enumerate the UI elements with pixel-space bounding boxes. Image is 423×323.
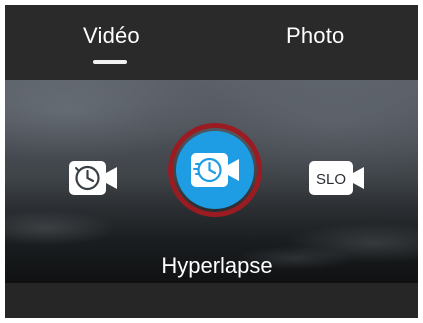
hyperlapse-mode-button[interactable]: [176, 131, 254, 209]
camera-app-screen: Vidéo Photo SLO Hyperlapse: [5, 5, 418, 318]
slo-badge: SLO: [316, 171, 346, 188]
slo-mo-camera-icon: SLO: [309, 161, 364, 195]
hyperlapse-camera-icon: [191, 153, 239, 187]
tab-photo[interactable]: Photo: [286, 23, 345, 49]
current-mode-label: Hyperlapse: [161, 253, 273, 278]
timelapse-mode-button[interactable]: [67, 158, 119, 198]
slo-mo-mode-button[interactable]: SLO: [309, 158, 364, 198]
selected-tab-indicator: [93, 60, 127, 64]
timelapse-camera-icon: [69, 161, 117, 195]
tab-video[interactable]: Vidéo: [83, 23, 140, 49]
mode-tab-bar: Vidéo Photo: [5, 5, 418, 80]
bottom-bar: [5, 283, 418, 318]
